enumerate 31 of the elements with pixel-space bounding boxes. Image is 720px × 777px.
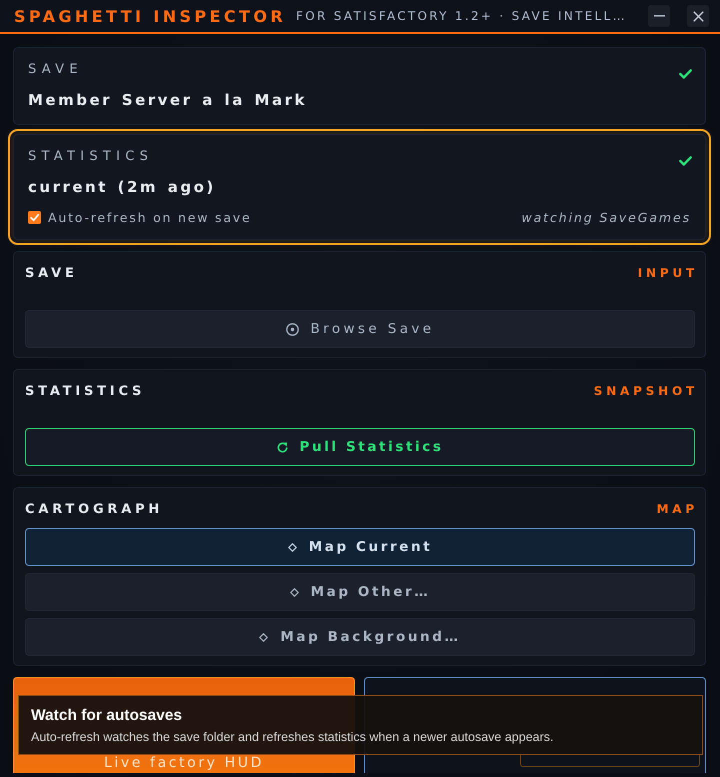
action-button[interactable]: Browse Save [25, 310, 695, 348]
section-title: CARTOGRAPH [25, 502, 164, 516]
checkbox-label[interactable]: Auto-refresh on new save [48, 210, 252, 224]
close-button[interactable] [687, 5, 709, 27]
diamond-icon [288, 542, 297, 552]
action-button[interactable]: Map Current [25, 528, 695, 566]
diamond-icon [259, 632, 268, 642]
refresh-icon [276, 442, 288, 452]
section-title: SAVE [25, 266, 78, 280]
target-icon [286, 322, 298, 336]
app-title: SPAGHETTI INSPECTOR [14, 6, 286, 26]
section-tag: INPUT [638, 266, 698, 280]
close-icon [692, 10, 704, 22]
section-title: STATISTICS [25, 384, 146, 398]
action-button[interactable]: Map Other… [25, 573, 695, 611]
minimize-icon [654, 15, 664, 17]
section-tag: SNAPSHOT [594, 384, 698, 398]
action-button[interactable]: Map Background… [25, 618, 695, 656]
watch-status-text: watching SaveGames [522, 210, 691, 224]
minimize-button[interactable] [648, 5, 670, 27]
app-subtitle: FOR SATISFACTORY 1.2+ · SAVE INTELL… [296, 9, 628, 23]
diamond-icon [290, 588, 299, 596]
action-button[interactable]: Pull Statistics [25, 428, 695, 466]
section-tag: MAP [656, 502, 698, 516]
tooltip-text: Auto-refresh watches the save folder and refreshes statistics when a newer autosave appears. [31, 728, 554, 744]
checkbox[interactable] [28, 210, 41, 224]
tooltip-title: Watch for autosaves [31, 706, 182, 724]
card-label: SAVE [28, 61, 83, 79]
card-value: Member Server a la Mark [28, 90, 307, 111]
card-value: current (2m ago) [28, 177, 216, 198]
card-label: STATISTICS [28, 148, 154, 166]
